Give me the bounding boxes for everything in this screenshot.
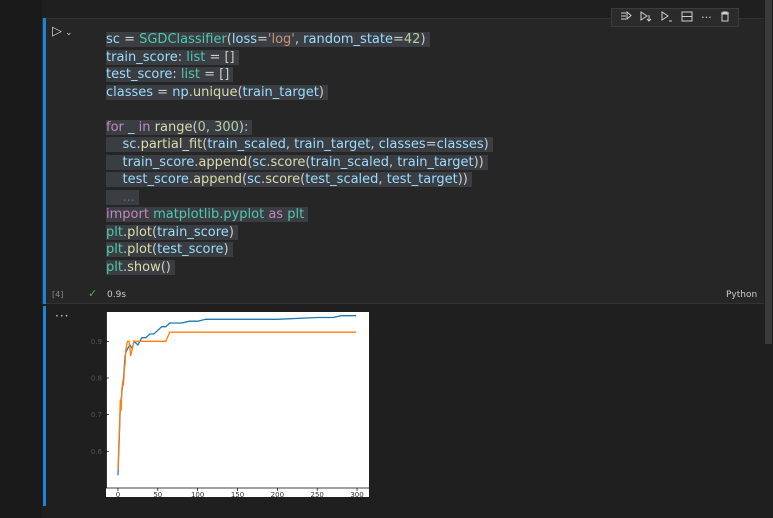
test-score-line — [117, 331, 357, 470]
execute-above-icon[interactable] — [640, 11, 652, 24]
cell-focus-indicator — [43, 18, 46, 304]
split-cell-icon[interactable] — [681, 11, 693, 24]
code-line: plt.plot(test_score) — [106, 241, 493, 259]
code-line: sc = SGDClassifier(loss='log', random_st… — [106, 31, 493, 49]
chevron-down-icon[interactable]: ⌄ — [65, 28, 73, 38]
line-chart: 0 50 100 150 200 250 300 0.6 0.7 0.8 0.9 — [91, 312, 369, 499]
delete-icon[interactable] — [720, 11, 730, 24]
scrollbar-thumb[interactable] — [765, 0, 772, 344]
code-line: import matplotlib.pyplot as plt — [106, 206, 493, 224]
code-line: ... — [106, 189, 493, 207]
x-tick-label: 0 — [116, 491, 120, 499]
code-line: plt.show() — [106, 259, 493, 277]
code-line: classes = np.unique(train_target) — [106, 84, 493, 102]
code-line: sc.partial_fit(train_scaled, train_targe… — [106, 136, 493, 154]
code-line: test_score: list = [] — [106, 66, 493, 84]
x-tick-label: 150 — [231, 491, 244, 499]
plot-output: 0 50 100 150 200 250 300 0.6 0.7 0.8 0.9 — [91, 312, 369, 499]
code-line: for _ in range(0, 300): — [106, 119, 493, 137]
more-icon[interactable]: ··· — [701, 12, 712, 23]
train-score-line — [117, 315, 357, 476]
x-tick-label: 50 — [153, 491, 162, 499]
kernel-language-button[interactable]: Python — [726, 290, 757, 300]
output-menu-button[interactable]: ··· — [55, 309, 69, 323]
execution-count: [4] — [52, 290, 64, 299]
y-tick-label: 0.9 — [91, 338, 102, 346]
execute-below-icon[interactable] — [661, 11, 673, 24]
code-line: train_score.append(sc.score(train_scaled… — [106, 154, 493, 172]
code-line: train_score: list = [] — [106, 49, 493, 67]
success-check-icon: ✓ — [88, 287, 98, 300]
execution-time: 0.9s — [107, 290, 127, 300]
cell-toolbar: ··· — [611, 8, 739, 27]
y-tick-label: 0.7 — [91, 411, 102, 419]
x-tick-label: 300 — [350, 491, 363, 499]
play-icon: ▷ — [52, 24, 62, 39]
code-editor[interactable]: sc = SGDClassifier(loss='log', random_st… — [106, 31, 493, 276]
run-cell-button[interactable]: ▷ ⌄ — [52, 24, 73, 39]
x-tick-label: 100 — [191, 491, 204, 499]
code-line: plt.plot(train_score) — [106, 224, 493, 242]
code-line: test_score.append(sc.score(test_scaled, … — [106, 171, 493, 189]
y-tick-label: 0.6 — [91, 448, 103, 456]
x-tick-label: 200 — [271, 491, 284, 499]
run-by-line-icon[interactable] — [620, 10, 632, 24]
output-focus-indicator — [43, 306, 46, 506]
y-tick-label: 0.8 — [91, 375, 102, 383]
x-tick-label: 250 — [311, 491, 324, 499]
editor-margin — [0, 0, 42, 518]
